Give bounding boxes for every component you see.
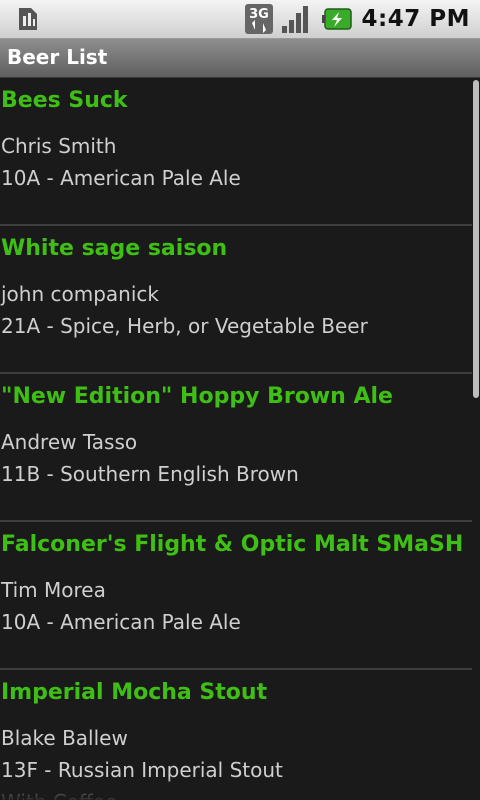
- sim-card-icon: [19, 8, 37, 30]
- list-scrollbar[interactable]: [473, 80, 479, 398]
- status-icons: 3G 4:47 PM: [244, 0, 470, 38]
- brewer-name: john companick: [1, 282, 159, 306]
- brewer-name: Blake Ballew: [1, 726, 128, 750]
- list-item[interactable]: "New Edition" Hoppy Brown Ale Andrew Tas…: [0, 374, 472, 522]
- beer-style-note: With Coffee: [1, 790, 117, 800]
- title-bar: Beer List: [0, 39, 480, 78]
- status-bar: 3G 4:47 PM: [0, 0, 480, 39]
- page-title: Beer List: [7, 45, 108, 69]
- list-item[interactable]: White sage saison john companick 21A - S…: [0, 226, 472, 374]
- brewer-name: Andrew Tasso: [1, 430, 138, 454]
- beer-style: 11B - Southern English Brown: [1, 462, 299, 486]
- beer-name: Imperial Mocha Stout: [1, 680, 268, 705]
- status-time: 4:47 PM: [361, 6, 470, 32]
- beer-name: Bees Suck: [1, 88, 128, 113]
- list-item[interactable]: Falconer's Flight & Optic Malt SMaSH Tim…: [0, 522, 472, 670]
- list-item[interactable]: Imperial Mocha Stout Blake Ballew 13F - …: [0, 670, 472, 800]
- beer-style: 10A - American Pale Ale: [1, 610, 241, 634]
- battery-charging-icon: [321, 8, 352, 30]
- beer-style: 13F - Russian Imperial Stout: [1, 758, 283, 782]
- beer-name: Falconer's Flight & Optic Malt SMaSH: [1, 532, 464, 557]
- brewer-name: Chris Smith: [1, 134, 117, 158]
- beer-style: 10A - American Pale Ale: [1, 166, 241, 190]
- list-item[interactable]: Bees Suck Chris Smith 10A - American Pal…: [0, 78, 472, 226]
- beer-list[interactable]: Bees Suck Chris Smith 10A - American Pal…: [0, 78, 472, 800]
- network-badge-label: 3G: [249, 7, 269, 22]
- beer-style: 21A - Spice, Herb, or Vegetable Beer: [1, 314, 368, 338]
- beer-name: White sage saison: [1, 236, 228, 261]
- brewer-name: Tim Morea: [1, 578, 106, 602]
- beer-name: "New Edition" Hoppy Brown Ale: [1, 384, 393, 409]
- network-3g-icon: 3G: [244, 4, 273, 34]
- signal-strength-icon: [281, 6, 308, 33]
